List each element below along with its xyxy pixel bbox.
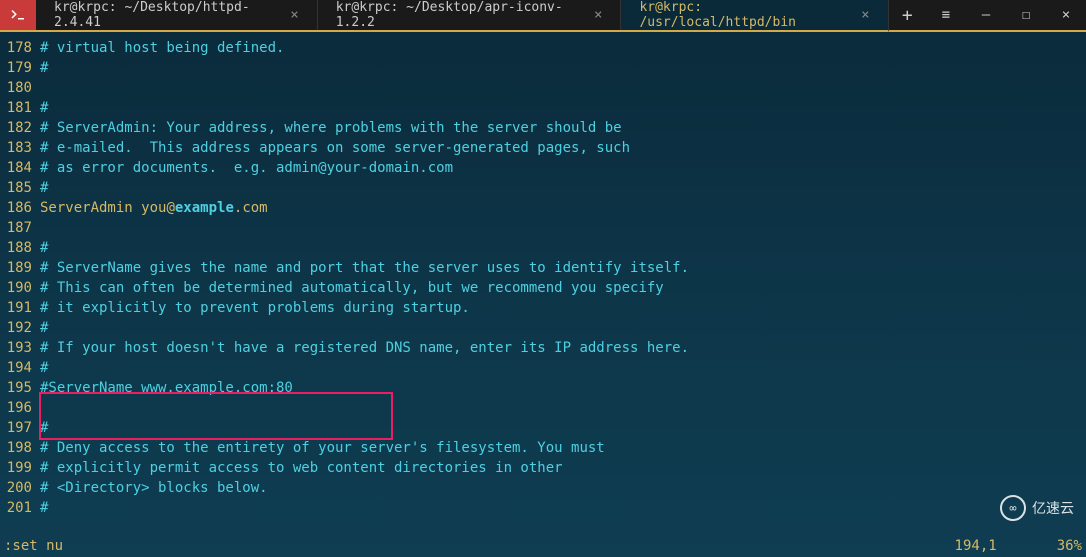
tab-0[interactable]: kr@krpc: ~/Desktop/httpd-2.4.41 × xyxy=(36,0,318,30)
watermark-text: 亿速云 xyxy=(1032,498,1074,518)
tab-2[interactable]: kr@krpc: /usr/local/httpd/bin × xyxy=(621,0,888,32)
maximize-button[interactable]: ☐ xyxy=(1006,0,1046,30)
line-number: 194 xyxy=(0,358,36,378)
line-number: 190 xyxy=(0,278,36,298)
hamburger-menu-icon[interactable]: ≡ xyxy=(926,0,966,30)
tab-label: kr@krpc: /usr/local/httpd/bin xyxy=(639,0,851,30)
code-line: # xyxy=(40,98,1086,118)
close-icon[interactable]: × xyxy=(861,7,869,23)
line-number: 183 xyxy=(0,138,36,158)
code-line: # xyxy=(40,418,1086,438)
watermark-icon: ∞ xyxy=(1000,495,1026,521)
tab-label: kr@krpc: ~/Desktop/httpd-2.4.41 xyxy=(54,0,280,30)
code-line: # If your host doesn't have a registered… xyxy=(40,338,1086,358)
code-line: # xyxy=(40,318,1086,338)
line-number: 180 xyxy=(0,78,36,98)
line-number: 189 xyxy=(0,258,36,278)
code-line: # ServerName gives the name and port tha… xyxy=(40,258,1086,278)
line-number: 193 xyxy=(0,338,36,358)
code-line: # This can often be determined automatic… xyxy=(40,278,1086,298)
code-line: # xyxy=(40,58,1086,78)
editor-viewport[interactable]: 1781791801811821831841851861871881891901… xyxy=(0,32,1086,557)
code-content[interactable]: # virtual host being defined.### ServerA… xyxy=(36,32,1086,535)
tab-label: kr@krpc: ~/Desktop/apr-iconv-1.2.2 xyxy=(336,0,584,30)
scroll-percent: 36% xyxy=(1057,538,1082,554)
line-number: 198 xyxy=(0,438,36,458)
line-number: 199 xyxy=(0,458,36,478)
tab-bar: kr@krpc: ~/Desktop/httpd-2.4.41 × kr@krp… xyxy=(36,0,926,30)
code-line xyxy=(40,398,1086,418)
line-number: 196 xyxy=(0,398,36,418)
line-number: 179 xyxy=(0,58,36,78)
line-number: 201 xyxy=(0,498,36,518)
line-number: 188 xyxy=(0,238,36,258)
terminal-app-icon[interactable] xyxy=(0,0,36,30)
window-controls: ≡ — ☐ × xyxy=(926,0,1086,30)
line-number: 178 xyxy=(0,38,36,58)
line-number: 200 xyxy=(0,478,36,498)
watermark: ∞ 亿速云 xyxy=(1000,495,1074,521)
line-number: 191 xyxy=(0,298,36,318)
tab-1[interactable]: kr@krpc: ~/Desktop/apr-iconv-1.2.2 × xyxy=(318,0,622,30)
add-tab-button[interactable]: + xyxy=(889,0,927,30)
code-line xyxy=(40,78,1086,98)
vim-status-bar: :set nu 194,1 36% xyxy=(0,535,1086,557)
code-area: 1781791801811821831841851861871881891901… xyxy=(0,32,1086,535)
line-number: 182 xyxy=(0,118,36,138)
code-line: # xyxy=(40,178,1086,198)
titlebar: kr@krpc: ~/Desktop/httpd-2.4.41 × kr@krp… xyxy=(0,0,1086,32)
code-line: # xyxy=(40,498,1086,518)
code-line: #ServerName www.example.com:80 xyxy=(40,378,1086,398)
code-line: # it explicitly to prevent problems duri… xyxy=(40,298,1086,318)
code-line: # xyxy=(40,238,1086,258)
line-number: 192 xyxy=(0,318,36,338)
line-number-gutter: 1781791801811821831841851861871881891901… xyxy=(0,32,36,535)
close-icon[interactable]: × xyxy=(594,7,602,23)
line-number: 185 xyxy=(0,178,36,198)
line-number: 195 xyxy=(0,378,36,398)
code-line: # explicitly permit access to web conten… xyxy=(40,458,1086,478)
code-line: # e-mailed. This address appears on some… xyxy=(40,138,1086,158)
close-button[interactable]: × xyxy=(1046,0,1086,30)
code-line: # ServerAdmin: Your address, where probl… xyxy=(40,118,1086,138)
code-line: ServerAdmin you@example.com xyxy=(40,198,1086,218)
close-icon[interactable]: × xyxy=(290,7,298,23)
cursor-position: 194,1 xyxy=(955,538,997,554)
line-number: 184 xyxy=(0,158,36,178)
code-line: # xyxy=(40,358,1086,378)
code-line: # virtual host being defined. xyxy=(40,38,1086,58)
code-line: # Deny access to the entirety of your se… xyxy=(40,438,1086,458)
line-number: 197 xyxy=(0,418,36,438)
line-number: 187 xyxy=(0,218,36,238)
line-number: 186 xyxy=(0,198,36,218)
minimize-button[interactable]: — xyxy=(966,0,1006,30)
code-line: # <Directory> blocks below. xyxy=(40,478,1086,498)
code-line: # as error documents. e.g. admin@your-do… xyxy=(40,158,1086,178)
line-number: 181 xyxy=(0,98,36,118)
code-line xyxy=(40,218,1086,238)
vim-command: :set nu xyxy=(4,538,955,554)
